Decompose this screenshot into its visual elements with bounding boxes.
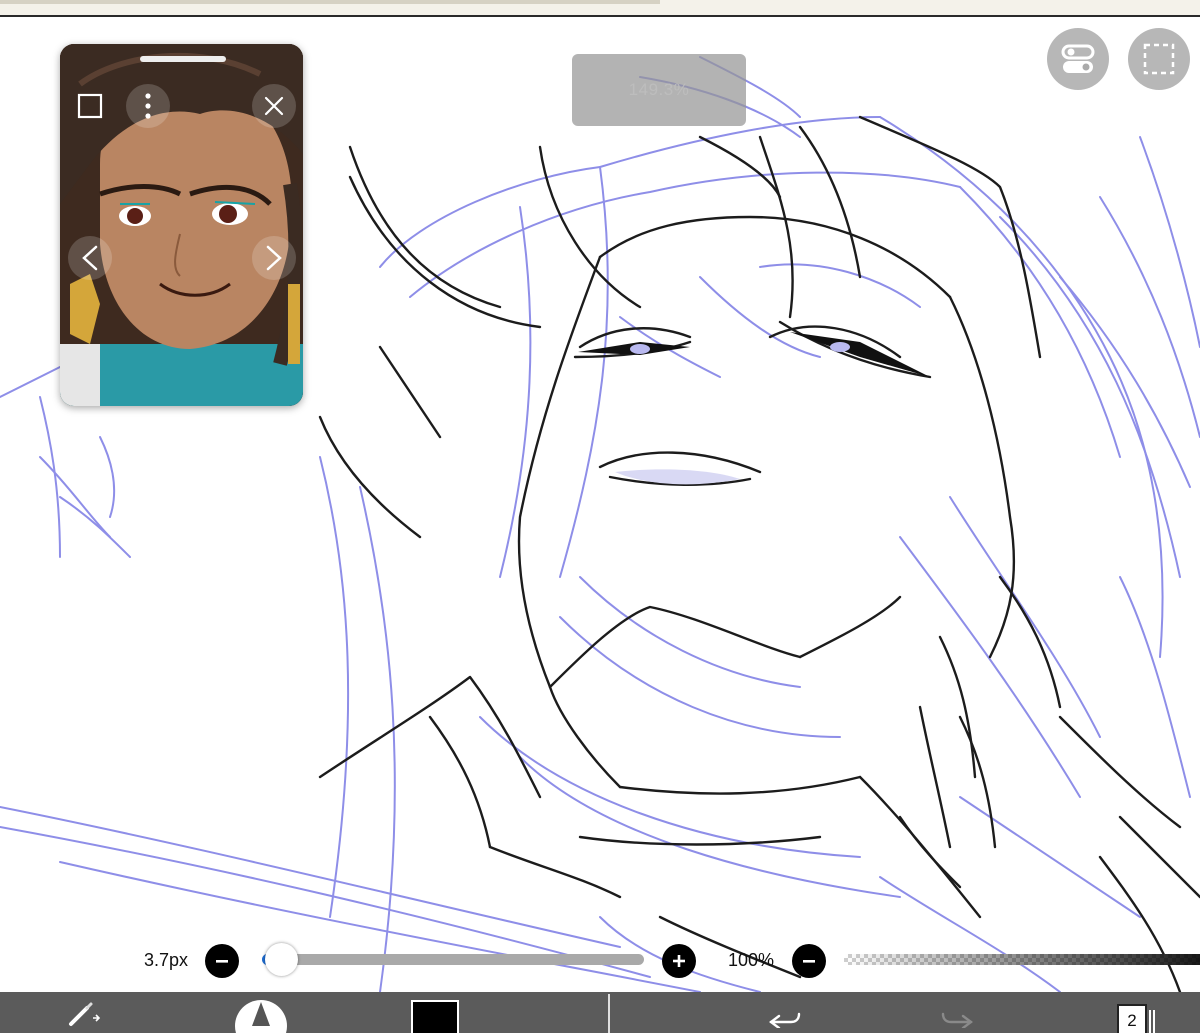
toggle-icon xyxy=(1061,44,1095,73)
reference-close-button[interactable] xyxy=(252,84,296,128)
selection-button[interactable] xyxy=(1128,28,1190,90)
ink-accents xyxy=(578,332,930,377)
reference-window[interactable] xyxy=(60,44,303,406)
brush-tool-button[interactable] xyxy=(60,992,110,1033)
brush-opacity-decrease-button[interactable] xyxy=(792,944,826,978)
reference-mode-button[interactable] xyxy=(68,84,112,128)
brush-preview-button[interactable] xyxy=(233,992,289,1033)
chevron-left-icon xyxy=(82,245,98,271)
brush-size-slider[interactable] xyxy=(262,943,644,976)
brush-size-decrease-button[interactable] xyxy=(205,944,239,978)
minus-icon xyxy=(803,960,815,963)
brush-preview xyxy=(235,999,287,1033)
eye-right xyxy=(830,342,850,352)
brush-size-increase-button[interactable] xyxy=(662,944,696,978)
color-swatch xyxy=(411,999,459,1033)
drawing-app: 149.3% 3.7px 100% 2 xyxy=(0,0,1200,1033)
brush-opacity-slider[interactable] xyxy=(844,954,1200,965)
selection-icon xyxy=(1143,43,1175,75)
brush-size-knob[interactable] xyxy=(265,943,299,976)
bottom-toolbar: 2 xyxy=(0,992,1200,1033)
plus-icon xyxy=(673,955,685,967)
top-progress xyxy=(0,0,660,4)
eye-left xyxy=(630,344,650,354)
zoom-level-badge: 149.3% xyxy=(572,54,746,126)
reference-drag-handle[interactable] xyxy=(140,56,226,62)
toolbar-divider xyxy=(608,994,610,1033)
toggle-button[interactable] xyxy=(1047,28,1109,90)
undo-icon xyxy=(769,1012,801,1028)
reference-more-button[interactable] xyxy=(126,84,170,128)
top-status-strip xyxy=(0,0,1200,17)
brush-tool-icon xyxy=(69,1002,101,1026)
brush-slider-row: 3.7px 100% xyxy=(0,938,1200,984)
brush-opacity-value: 100% xyxy=(728,950,775,970)
ink-layer xyxy=(318,115,1200,992)
reference-prev-button[interactable] xyxy=(68,236,112,280)
color-button[interactable] xyxy=(410,992,460,1033)
layers-icon xyxy=(1149,1009,1155,1033)
chevron-right-icon xyxy=(266,245,282,271)
minus-icon xyxy=(216,960,228,963)
brush-preview-icon xyxy=(252,1001,270,1026)
close-icon xyxy=(264,96,284,116)
more-icon xyxy=(145,93,151,119)
layers-button[interactable]: 2 xyxy=(1112,992,1162,1033)
redo-icon xyxy=(941,1012,973,1028)
brush-size-value: 3.7px xyxy=(144,950,189,970)
undo-button[interactable] xyxy=(760,992,810,1033)
redo-button[interactable] xyxy=(932,992,982,1033)
reference-next-button[interactable] xyxy=(252,236,296,280)
square-icon xyxy=(77,93,103,119)
layer-count: 2 xyxy=(1117,1003,1147,1033)
opacity-gradient xyxy=(844,954,1200,965)
